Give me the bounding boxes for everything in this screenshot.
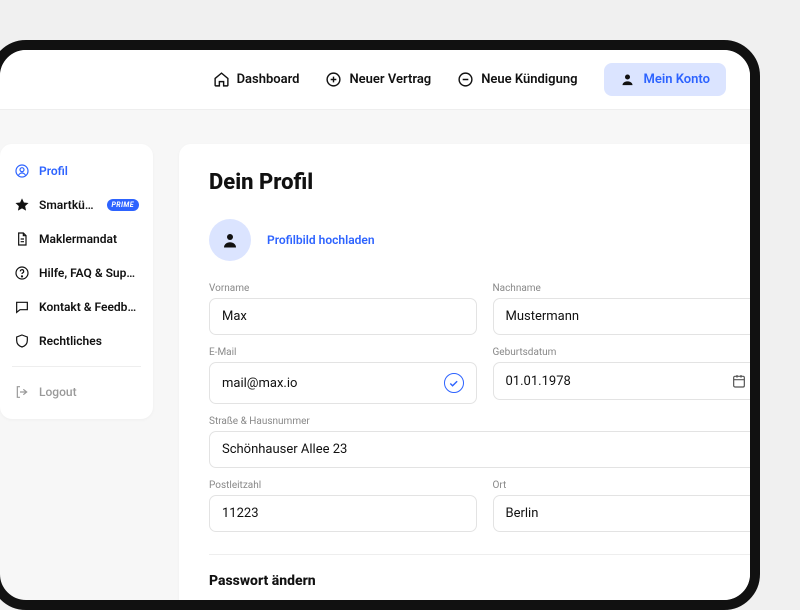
sidebar-item-smart[interactable]: Smartkündigen PRIME (6, 188, 147, 222)
label-street: Straße & Hausnummer (209, 416, 760, 427)
nav-new-cancel[interactable]: Neue Kündigung (457, 71, 577, 88)
user-icon (221, 231, 239, 249)
prime-badge: PRIME (107, 199, 139, 211)
nav-new-contract[interactable]: Neuer Vertrag (325, 71, 431, 88)
sidebar-item-logout[interactable]: Logout (6, 375, 147, 409)
document-icon (14, 231, 30, 247)
label-lastname: Nachname (493, 283, 761, 294)
label-zip: Postleitzahl (209, 480, 477, 491)
field-city: Ort (493, 480, 761, 532)
sidebar-label: Profil (39, 164, 139, 178)
sidebar-item-mandate[interactable]: Maklermandat (6, 222, 147, 256)
avatar-row: Profilbild hochladen (209, 219, 760, 261)
plus-circle-icon (325, 71, 342, 88)
sidebar-label: Hilfe, FAQ & Support (39, 266, 139, 280)
verified-icon (444, 373, 464, 393)
sidebar-item-profile[interactable]: Profil (6, 154, 147, 188)
label-city: Ort (493, 480, 761, 491)
shield-icon (14, 333, 30, 349)
account-button-label: Mein Konto (644, 72, 711, 87)
sidebar-label: Maklermandat (39, 232, 139, 246)
help-icon (14, 265, 30, 281)
field-new-password: Neues Passwort (493, 603, 761, 610)
password-form: Aktuelles Passwort Neues Passwort (209, 603, 760, 610)
field-dob: Geburtsdatum (493, 347, 761, 404)
avatar[interactable] (209, 219, 251, 261)
sidebar: Profil Smartkündigen PRIME Maklermandat … (0, 144, 153, 419)
sidebar-item-contact[interactable]: Kontakt & Feedback (6, 290, 147, 324)
password-section-title: Passwort ändern (209, 573, 760, 589)
input-dob[interactable] (506, 374, 724, 389)
label-current-password: Aktuelles Passwort (209, 603, 477, 610)
account-button[interactable]: Mein Konto (604, 63, 727, 96)
sidebar-item-legal[interactable]: Rechtliches (6, 324, 147, 358)
field-lastname: Nachname (493, 283, 761, 335)
chat-icon (14, 299, 30, 315)
sidebar-label: Rechtliches (39, 334, 139, 348)
field-street: Straße & Hausnummer (209, 416, 760, 468)
user-icon (620, 72, 635, 87)
user-circle-icon (14, 163, 30, 179)
profile-card: Dein Profil Profilbild hochladen Vorname… (179, 144, 760, 610)
nav-new-cancel-label: Neue Kündigung (481, 72, 577, 87)
nav-dashboard[interactable]: Dashboard (213, 71, 300, 88)
sidebar-label: Logout (39, 385, 139, 399)
sidebar-divider (12, 366, 141, 367)
sidebar-item-help[interactable]: Hilfe, FAQ & Support (6, 256, 147, 290)
nav-new-contract-label: Neuer Vertrag (349, 72, 431, 87)
page-title: Dein Profil (209, 170, 760, 195)
top-nav: Dashboard Neuer Vertrag Neue Kündigung M… (0, 50, 750, 110)
nav-dashboard-label: Dashboard (237, 72, 300, 87)
input-street[interactable] (222, 442, 747, 457)
star-icon (14, 197, 30, 213)
field-zip: Postleitzahl (209, 480, 477, 532)
sidebar-label: Smartkündigen (39, 198, 98, 212)
field-email: E-Mail (209, 347, 477, 404)
label-firstname: Vorname (209, 283, 477, 294)
label-email: E-Mail (209, 347, 477, 358)
label-new-password: Neues Passwort (493, 603, 761, 610)
section-divider (209, 554, 760, 555)
home-icon (213, 71, 230, 88)
input-email[interactable] (222, 376, 436, 391)
logout-icon (14, 384, 30, 400)
input-city[interactable] (506, 506, 748, 521)
input-lastname[interactable] (506, 309, 748, 324)
input-firstname[interactable] (222, 309, 464, 324)
upload-avatar-link[interactable]: Profilbild hochladen (267, 233, 375, 247)
field-current-password: Aktuelles Passwort (209, 603, 477, 610)
label-dob: Geburtsdatum (493, 347, 761, 358)
field-firstname: Vorname (209, 283, 477, 335)
input-zip[interactable] (222, 506, 464, 521)
calendar-icon[interactable] (731, 373, 747, 389)
profile-form: Vorname Nachname E-Mail (209, 283, 760, 532)
minus-circle-icon (457, 71, 474, 88)
sidebar-label: Kontakt & Feedback (39, 300, 139, 314)
